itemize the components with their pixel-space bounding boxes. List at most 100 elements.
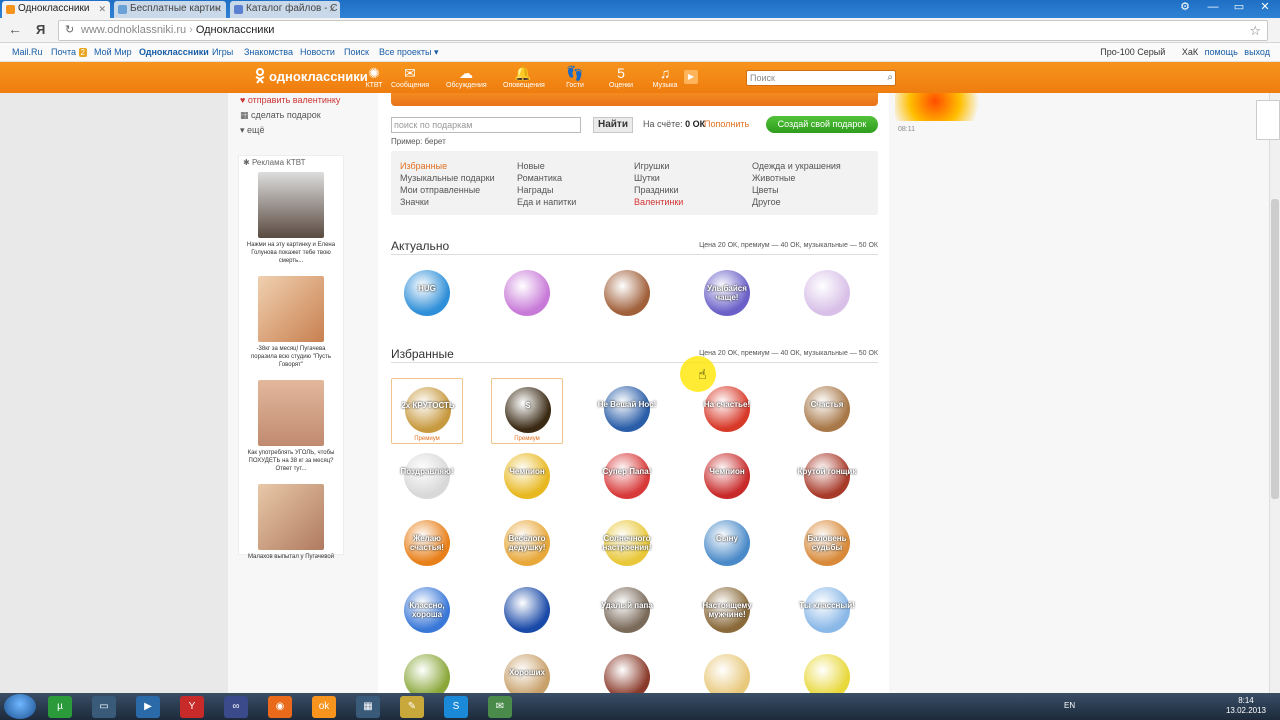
ad-image[interactable] [258,276,324,342]
taskbar-app-icon[interactable]: ✎ [400,696,424,718]
minimize-icon[interactable]: — [1200,0,1226,16]
my-world-link[interactable]: Мой Мир [94,43,132,61]
nav-messages[interactable]: ✉ Сообщения [390,65,430,89]
odnoklassniki-link[interactable]: Одноклассники [139,43,209,61]
ad-item[interactable]: Нажми на эту картинку и Елена Голунова п… [239,172,343,273]
nav-notifications[interactable]: 🔔 Оповещения [503,65,545,89]
find-button[interactable]: Найти [593,117,633,133]
gift-item[interactable]: Супер Папа! [591,445,663,511]
nav-ratings[interactable]: 5 Оценки [601,65,641,89]
gift-item[interactable]: HUG [391,262,463,328]
tab-odnoklassniki[interactable]: Одноклассники ✕ [2,1,110,18]
gift-image[interactable] [404,453,450,499]
gift-item[interactable]: Улыбайся чаще! [691,262,763,328]
gift-image[interactable] [804,270,850,316]
ad-image[interactable] [258,484,324,550]
taskbar-app-icon[interactable]: ok [312,696,336,718]
ad-item[interactable]: Как употреблять УГОЛЬ, чтобы ПОХУДЕТЬ на… [239,380,343,481]
reload-icon[interactable]: ↻ [65,21,74,40]
gift-image[interactable] [604,587,650,633]
nav-music[interactable]: ♫ Музыка [645,65,685,89]
gift-image[interactable] [604,270,650,316]
ad-image[interactable] [258,380,324,446]
gift-item[interactable]: Солнечного настроения! [591,512,663,578]
gift-image[interactable] [804,587,850,633]
ok-search-input[interactable]: Поиск ⌕ [746,70,896,86]
taskbar-app-icon[interactable]: ✉ [488,696,512,718]
search-link[interactable]: Поиск [344,43,369,61]
mail-link[interactable]: Почта 2 [51,43,87,62]
gift-item[interactable] [791,262,863,328]
ad-caption[interactable]: Как употреблять УГОЛЬ, чтобы ПОХУДЕТЬ на… [239,449,343,481]
scrollbar-thumb[interactable] [1271,199,1279,499]
category-toys[interactable]: Игрушки [634,160,683,172]
category-awards[interactable]: Награды [517,184,576,196]
gift-item[interactable]: Настоящему мужчине! [691,579,763,645]
gift-image[interactable] [505,387,551,433]
search-icon[interactable]: ⌕ [887,71,893,85]
gift-image[interactable] [704,520,750,566]
taskbar-app-icon[interactable]: Y [180,696,204,718]
nav-ktvt[interactable]: ✺ КТВТ [354,65,394,89]
tab-file-catalog[interactable]: Каталог файлов - С ✕ [230,1,340,18]
url-input[interactable]: ↻ www.odnoklassniki.ru › Одноклассники ☆ [58,20,1268,41]
gift-image[interactable] [404,270,450,316]
logout-link[interactable]: выход [1244,47,1270,57]
ad-caption[interactable]: Нажми на эту картинку и Елена Голунова п… [239,241,343,273]
taskbar-app-icon[interactable]: ∞ [224,696,248,718]
nav-discussions[interactable]: ☁ Обсуждения [446,65,487,89]
gift-item[interactable] [491,262,563,328]
gift-image[interactable] [704,386,750,432]
gift-item[interactable]: Весёлого дедушку! [491,512,563,578]
send-gift-banner[interactable] [391,93,878,106]
gift-item[interactable]: Удалый папа [591,579,663,645]
maximize-icon[interactable]: ▭ [1226,0,1252,16]
gift-item[interactable]: Крутой гонщик [791,445,863,511]
gift-image[interactable] [504,587,550,633]
gift-item[interactable]: Ты классный! [791,579,863,645]
refill-link[interactable]: Пополнить [704,119,749,129]
dating-link[interactable]: Знакомства [244,43,293,61]
category-badges[interactable]: Значки [400,196,495,208]
category-holidays[interactable]: Праздники [634,184,683,196]
back-arrow-icon[interactable]: ← [8,21,22,37]
category-other[interactable]: Другое [752,196,841,208]
category-romance[interactable]: Романтика [517,172,576,184]
close-tab-icon[interactable]: ✕ [214,1,222,17]
gift-item[interactable]: Баловень судьбы [791,512,863,578]
close-tab-icon[interactable]: ✕ [328,1,336,17]
category-music-gifts[interactable]: Музыкальные подарки [400,172,495,184]
all-projects-link[interactable]: Все проекты ▾ [379,43,439,61]
taskbar-app-icon[interactable]: ▦ [356,696,380,718]
gift-image[interactable] [504,453,550,499]
mailru-link[interactable]: Mail.Ru [12,43,43,61]
category-favorites[interactable]: Избранные [400,160,495,172]
gift-search-input[interactable]: поиск по подаркам [391,117,581,133]
send-valentine-link[interactable]: ♥ отправить валентинку [240,93,340,108]
settings-gear-icon[interactable]: ⚙ [1172,0,1198,16]
gift-item[interactable]: Желаю счастья! [391,512,463,578]
play-icon[interactable]: ▶ [684,70,698,84]
category-animals[interactable]: Животные [752,172,841,184]
gift-item[interactable] [491,579,563,645]
user-name-2[interactable]: ХаК [1182,47,1198,57]
clock[interactable]: 8:14 13.02.2013 [1226,696,1266,716]
start-button[interactable] [4,694,36,719]
gift-image[interactable] [604,386,650,432]
ok-logo[interactable]: одноклассники [254,68,368,84]
ad-item[interactable]: Малахов выпытал у Пугачевой [239,484,343,585]
ad-item[interactable]: -38кг за месяц! Пугачева поразила всю ст… [239,276,343,377]
games-link[interactable]: Игры [212,43,233,61]
gift-image[interactable] [804,453,850,499]
gift-image[interactable] [604,453,650,499]
ad-image[interactable] [258,172,324,238]
gift-item[interactable]: Счастья [791,378,863,444]
gift-item[interactable]: Сыну [691,512,763,578]
close-tab-icon[interactable]: ✕ [98,1,106,17]
bookmark-star-icon[interactable]: ☆ [1249,21,1261,40]
gift-item[interactable]: $ Премиум [491,378,563,444]
gift-image[interactable] [504,270,550,316]
category-clothes-jewelry[interactable]: Одежда и украшения [752,160,841,172]
gift-item[interactable]: Чемпион [691,445,763,511]
more-link[interactable]: ▾ ещё [240,123,340,138]
